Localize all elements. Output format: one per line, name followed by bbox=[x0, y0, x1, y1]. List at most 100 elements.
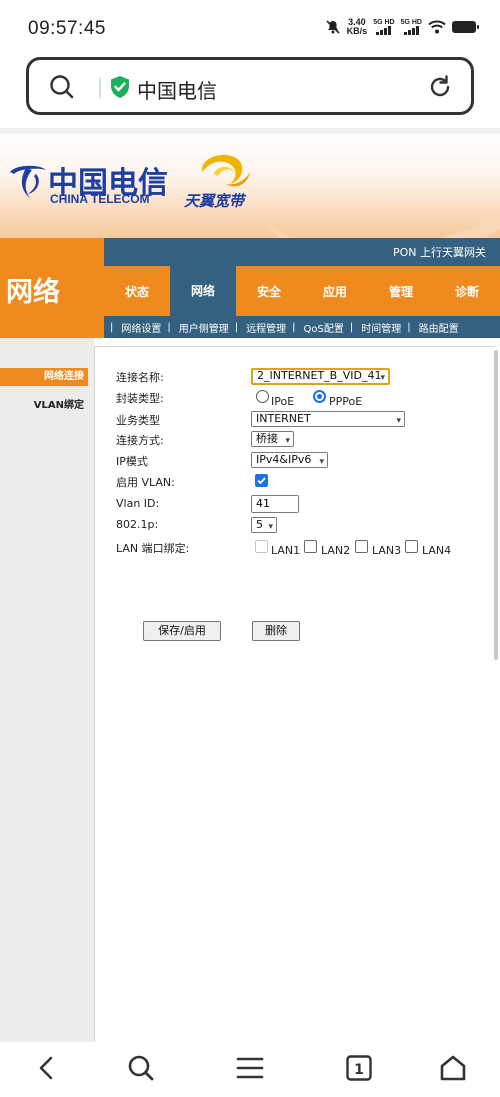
menu-management[interactable]: 管理 bbox=[368, 266, 434, 316]
enable-vlan-checkbox[interactable] bbox=[255, 474, 268, 487]
save-enable-button[interactable]: 保存/启用 bbox=[143, 621, 221, 641]
lan3-checkbox[interactable] bbox=[355, 540, 368, 553]
submenu-separator: | bbox=[234, 321, 239, 333]
service-type-label: 业务类型 bbox=[116, 414, 160, 427]
lan4-checkbox[interactable] bbox=[405, 540, 418, 553]
signal-sim2: 5G HD bbox=[401, 19, 422, 35]
menu-diagnostics[interactable]: 诊断 bbox=[434, 266, 500, 316]
signal-sim1: 5G HD bbox=[373, 19, 395, 35]
submenu-user-side[interactable]: 用户侧管理 bbox=[179, 320, 229, 335]
submenu-remote[interactable]: 远程管理 bbox=[246, 320, 286, 335]
lan3-label: LAN3 bbox=[372, 544, 402, 557]
tabs-count-icon[interactable]: 1 bbox=[345, 1054, 373, 1082]
brand-english-name: CHINA TELECOM bbox=[50, 192, 150, 206]
submenu-qos[interactable]: QoS配置 bbox=[304, 320, 344, 335]
header-banner: 中国电信 CHINA TELECOM 天翼宽带 bbox=[0, 134, 500, 238]
battery-icon bbox=[452, 21, 479, 33]
ip-mode-select[interactable]: IPv4&IPv6 ▾ bbox=[251, 452, 328, 468]
search-icon[interactable] bbox=[127, 1054, 155, 1082]
back-icon[interactable] bbox=[34, 1054, 60, 1082]
submenu-separator: | bbox=[292, 321, 296, 333]
product-name: 天翼宽带 bbox=[184, 192, 245, 210]
dot1p-value: 5 bbox=[256, 518, 263, 531]
lan2-label: LAN2 bbox=[321, 544, 351, 557]
svg-text:1: 1 bbox=[354, 1062, 364, 1078]
connection-name-select[interactable]: 2_INTERNET_B_VID_41 ▾ bbox=[251, 368, 390, 385]
scrollbar[interactable] bbox=[494, 350, 498, 660]
menu-icon[interactable] bbox=[236, 1054, 264, 1082]
dot1p-label: 802.1p: bbox=[116, 518, 159, 531]
dot1p-select[interactable]: 5 ▾ bbox=[251, 517, 277, 533]
service-type-value: INTERNET bbox=[256, 412, 311, 425]
submenu-separator: | bbox=[407, 321, 411, 333]
lan1-label: LAN1 bbox=[271, 544, 301, 557]
lan2-checkbox[interactable] bbox=[304, 540, 317, 553]
section-title: 网络 bbox=[6, 277, 60, 308]
menu-security[interactable]: 安全 bbox=[236, 266, 302, 316]
connection-mode-label: 连接方式: bbox=[116, 434, 164, 447]
sidebar-item-network-connection[interactable]: 网络连接 bbox=[0, 368, 88, 386]
wifi-icon bbox=[428, 20, 446, 34]
service-type-select[interactable]: INTERNET ▾ bbox=[251, 411, 405, 427]
checkmark-icon bbox=[257, 477, 266, 485]
submenu-separator: | bbox=[110, 321, 114, 333]
chevron-down-icon: ▾ bbox=[268, 522, 273, 532]
ip-mode-value: IPv4&IPv6 bbox=[256, 453, 312, 466]
vlan-id-label: Vlan ID: bbox=[116, 497, 160, 510]
ip-mode-label: IP模式 bbox=[116, 455, 148, 468]
menu-status[interactable]: 状态 bbox=[104, 266, 170, 316]
sub-menu: | 网络设置 | 用户侧管理 | 远程管理 | QoS配置 | 时间管理 | 路… bbox=[104, 316, 500, 338]
browser-nav-bar: 1 bbox=[0, 1042, 500, 1097]
pppoe-radio[interactable] bbox=[313, 390, 326, 403]
search-icon[interactable] bbox=[49, 74, 75, 100]
sidebar bbox=[0, 338, 94, 1042]
net-speed-unit: KB/s bbox=[346, 26, 368, 36]
delete-button[interactable]: 删除 bbox=[252, 621, 300, 641]
submenu-network-settings[interactable]: 网络设置 bbox=[121, 320, 161, 335]
chevron-down-icon: ▾ bbox=[285, 436, 290, 446]
lan-bind-label: LAN 端口绑定: bbox=[116, 542, 190, 555]
chevron-down-icon: ▾ bbox=[380, 373, 385, 383]
vlan-id-input[interactable]: 41 bbox=[251, 495, 299, 513]
url-divider bbox=[99, 78, 101, 98]
connection-mode-select[interactable]: 桥接 ▾ bbox=[251, 431, 294, 447]
submenu-separator: | bbox=[167, 321, 171, 333]
menu-application[interactable]: 应用 bbox=[302, 266, 368, 316]
status-icons: 3.40 KB/s 5G HD 5G HD bbox=[325, 18, 479, 36]
submenu-routing[interactable]: 路由配置 bbox=[419, 320, 459, 335]
menu-network[interactable]: 网络 bbox=[170, 264, 236, 316]
connection-mode-value: 桥接 bbox=[256, 432, 278, 445]
content-panel bbox=[94, 346, 494, 1042]
clock: 09:57:45 bbox=[28, 18, 106, 39]
mute-icon bbox=[326, 20, 340, 34]
chevron-down-icon: ▾ bbox=[319, 457, 324, 467]
net-speed: 3.40 KB/s bbox=[347, 18, 368, 36]
china-telecom-logo-icon bbox=[10, 165, 46, 198]
submenu-time[interactable]: 时间管理 bbox=[361, 320, 401, 335]
tianyi-logo-icon bbox=[201, 154, 250, 187]
device-strip-text: PON 上行天翼网关 bbox=[392, 246, 486, 259]
submenu-separator: | bbox=[349, 321, 354, 333]
lan4-label: LAN4 bbox=[422, 544, 452, 557]
main-menu: 状态 网络 安全 应用 管理 诊断 bbox=[104, 264, 500, 316]
signal-bars-icon bbox=[403, 26, 419, 35]
ipoe-radio[interactable] bbox=[256, 390, 269, 403]
encapsulation-label: 封装类型: bbox=[116, 392, 164, 405]
sim1-label: 5G HD bbox=[373, 19, 395, 26]
reload-icon[interactable] bbox=[427, 74, 453, 100]
signal-bars-icon bbox=[376, 26, 392, 35]
ipoe-label: IPoE bbox=[271, 395, 295, 408]
address-bar[interactable]: 中国电信 bbox=[26, 57, 474, 115]
connection-name-value: 2_INTERNET_B_VID_41 bbox=[257, 369, 382, 382]
banner-wave bbox=[248, 134, 500, 238]
home-icon[interactable] bbox=[439, 1054, 467, 1082]
pppoe-label: PPPoE bbox=[329, 395, 363, 408]
chevron-down-icon: ▾ bbox=[396, 416, 401, 426]
sidebar-item-vlan-binding[interactable]: VLAN绑定 bbox=[0, 396, 88, 411]
secure-shield-icon bbox=[111, 76, 129, 98]
enable-vlan-label: 启用 VLAN: bbox=[116, 476, 175, 489]
url-text[interactable]: 中国电信 bbox=[137, 75, 217, 104]
lan1-checkbox[interactable] bbox=[255, 540, 268, 553]
status-bar: 09:57:45 3.40 KB/s 5G HD 5G HD bbox=[0, 0, 500, 56]
sim2-label: 5G HD bbox=[400, 19, 422, 26]
